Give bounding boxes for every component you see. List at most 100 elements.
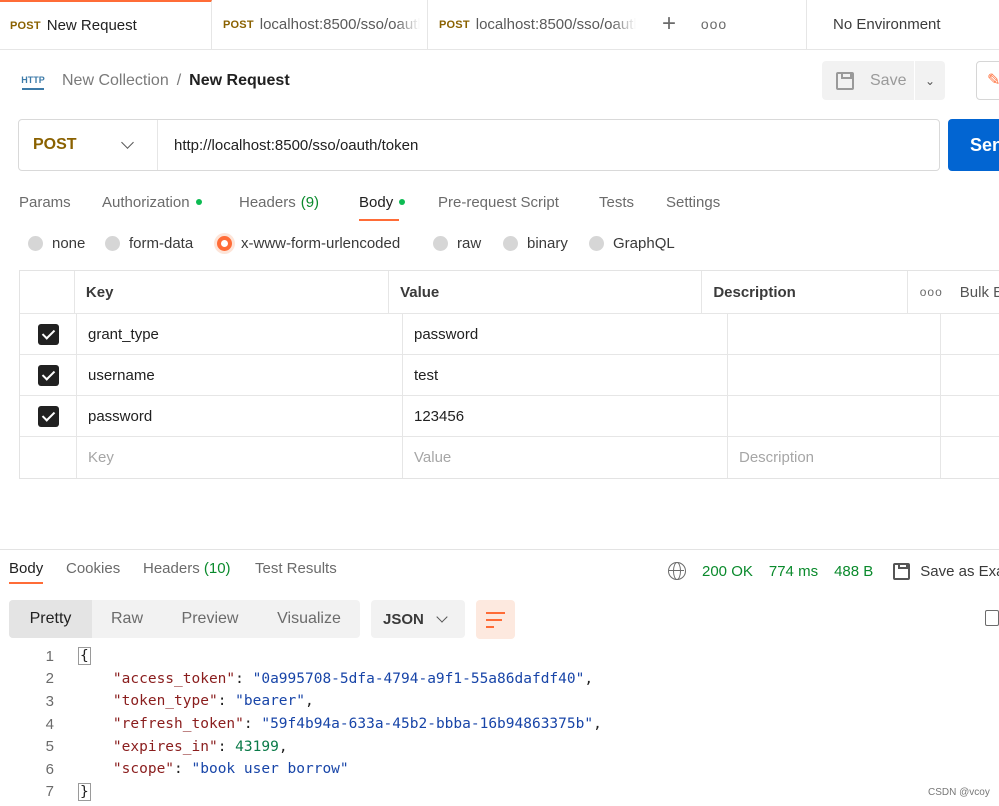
tab-authorization[interactable]: Authorization xyxy=(102,189,202,215)
code-close-brace: } xyxy=(78,782,91,801)
tab-method: POST xyxy=(439,18,470,31)
radio-form-data[interactable]: form-data xyxy=(105,235,193,252)
table-row: grant_type password xyxy=(20,314,999,355)
radio-raw[interactable]: raw xyxy=(433,235,481,252)
tab-pre-request-script[interactable]: Pre-request Script xyxy=(438,189,559,215)
new-value-input[interactable]: Value xyxy=(403,437,728,478)
response-tab-test-results[interactable]: Test Results xyxy=(255,560,337,577)
radio-binary[interactable]: binary xyxy=(503,235,568,252)
radio-label: none xyxy=(52,235,86,252)
line-number: 3 xyxy=(45,692,54,710)
param-key[interactable]: password xyxy=(77,396,403,436)
checkbox-checked[interactable] xyxy=(37,364,59,386)
response-code-editor[interactable]: 1{ 2 "access_token": "0a995708-5dfa-4794… xyxy=(0,645,999,803)
breadcrumb-request-name[interactable]: New Request xyxy=(189,72,289,90)
headers-count: (9) xyxy=(300,193,320,211)
radio-circle-icon xyxy=(105,236,120,251)
response-divider[interactable] xyxy=(0,549,999,550)
new-key-input[interactable]: Key xyxy=(77,437,403,478)
tab-localhost-2[interactable]: POST localhost:8500/sso/oauth/token xyxy=(429,0,644,49)
tab-body[interactable]: Body xyxy=(359,189,406,221)
response-time[interactable]: 774 ms xyxy=(769,563,818,580)
tab-label: Settings xyxy=(666,193,721,211)
radio-label: x-www-form-urlencoded xyxy=(241,235,401,252)
tab-new-request[interactable]: POST New Request xyxy=(0,0,212,49)
bulk-edit-button[interactable]: ooo Bulk Edit xyxy=(920,284,999,301)
code-line: 1{ xyxy=(0,645,999,668)
param-description[interactable] xyxy=(728,314,941,354)
globe-icon[interactable] xyxy=(668,562,686,580)
environment-selector[interactable]: No Environment xyxy=(806,0,999,49)
param-key[interactable]: grant_type xyxy=(77,314,403,354)
code-line: 7} xyxy=(0,781,999,804)
copy-icon[interactable] xyxy=(985,610,999,626)
edit-button[interactable]: ✎ xyxy=(976,61,999,100)
param-value[interactable]: 123456 xyxy=(403,396,728,436)
checkbox-checked[interactable] xyxy=(37,405,59,427)
view-pretty[interactable]: Pretty xyxy=(9,600,92,638)
tab-localhost-1[interactable]: POST localhost:8500/sso/oauth/token xyxy=(213,0,428,49)
more-options-icon[interactable]: ooo xyxy=(920,285,943,299)
tab-tests[interactable]: Tests xyxy=(599,189,634,215)
save-button[interactable]: Save xyxy=(822,61,914,100)
response-tab-headers[interactable]: Headers (10) xyxy=(143,560,231,577)
wrap-lines-button[interactable] xyxy=(476,600,515,639)
view-visualize[interactable]: Visualize xyxy=(258,600,360,638)
method-select[interactable]: POST xyxy=(19,120,158,170)
row-checkbox-cell xyxy=(20,314,77,354)
view-raw[interactable]: Raw xyxy=(92,600,162,638)
url-input[interactable]: http://localhost:8500/sso/oauth/token xyxy=(158,137,418,154)
response-stats: 200 OK 774 ms 488 B Save as Example xyxy=(668,560,999,582)
chevron-down-icon xyxy=(121,136,134,149)
tab-title: localhost:8500/sso/oauth/token xyxy=(259,16,420,33)
header-checkbox-cell xyxy=(20,271,75,313)
send-button[interactable]: Send xyxy=(948,119,999,171)
json-string: "book user borrow" xyxy=(191,761,349,778)
json-key: "expires_in" xyxy=(112,738,218,755)
breadcrumb-collection[interactable]: New Collection xyxy=(62,72,169,90)
param-description[interactable] xyxy=(728,355,941,395)
tab-params[interactable]: Params xyxy=(19,189,71,215)
param-key[interactable]: username xyxy=(77,355,403,395)
chevron-down-icon: ⌄ xyxy=(924,73,936,88)
tab-headers[interactable]: Headers (9) xyxy=(239,189,319,215)
save-label: Save xyxy=(870,71,907,89)
code-line: 3 "token_type": "bearer", xyxy=(0,690,999,713)
headers-count: (10) xyxy=(203,560,231,577)
tab-settings[interactable]: Settings xyxy=(666,189,720,215)
format-value: JSON xyxy=(383,610,424,628)
param-value[interactable]: test xyxy=(403,355,728,395)
radio-circle-icon xyxy=(28,236,43,251)
view-preview[interactable]: Preview xyxy=(162,600,258,638)
json-string: "0a995708-5dfa-4794-a9f1-55a86dafdf40" xyxy=(252,670,585,687)
response-size[interactable]: 488 B xyxy=(834,563,873,580)
checkbox-checked[interactable] xyxy=(37,323,59,345)
tab-label: Params xyxy=(19,193,71,211)
save-dropdown-button[interactable]: ⌄ xyxy=(915,61,945,100)
table-row: password 123456 xyxy=(20,396,999,437)
add-tab-icon[interactable]: + xyxy=(656,12,682,38)
more-tabs-icon[interactable]: ooo xyxy=(700,12,728,38)
line-number: 7 xyxy=(45,783,54,801)
response-tab-cookies[interactable]: Cookies xyxy=(66,560,120,577)
radio-label: binary xyxy=(527,235,568,252)
status-code[interactable]: 200 OK xyxy=(702,563,753,580)
breadcrumb: HTTP New Collection / New Request xyxy=(21,66,290,96)
table-header-row: Key Value Description ooo Bulk Edit xyxy=(20,271,999,314)
tab-method: POST xyxy=(10,19,41,32)
line-number: 2 xyxy=(45,670,54,688)
response-tab-body[interactable]: Body xyxy=(9,560,44,584)
radio-none[interactable]: none xyxy=(28,235,85,252)
radio-x-www-form-urlencoded[interactable]: x-www-form-urlencoded xyxy=(217,235,400,252)
save-as-example-button[interactable]: Save as Example xyxy=(893,562,999,580)
param-description[interactable] xyxy=(728,396,941,436)
param-value[interactable]: password xyxy=(403,314,728,354)
row-extra-cell xyxy=(941,437,999,478)
new-description-input[interactable]: Description xyxy=(728,437,941,478)
line-number: 5 xyxy=(45,738,54,756)
status-dot xyxy=(399,199,406,205)
tab-label: Tests xyxy=(599,193,635,211)
format-select[interactable]: JSON xyxy=(371,600,465,638)
radio-graphql[interactable]: GraphQL xyxy=(589,235,675,252)
radio-label: raw xyxy=(457,235,482,252)
